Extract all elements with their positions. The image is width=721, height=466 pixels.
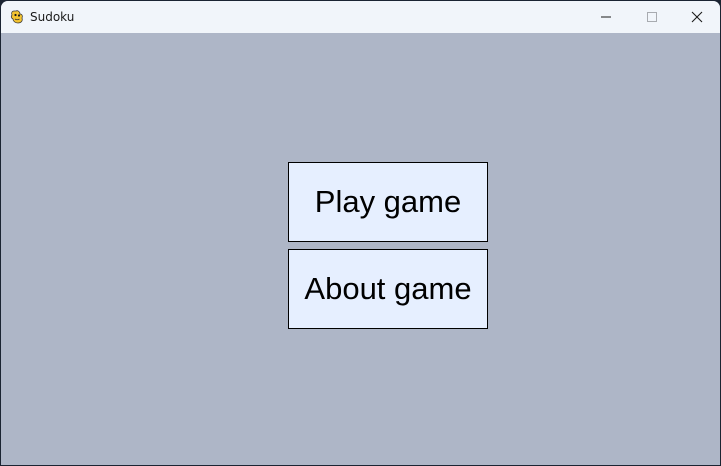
pygame-snake-icon [10,10,23,24]
window-title: Sudoku [30,10,75,24]
about-game-button[interactable]: About game [288,249,488,329]
minimize-icon [601,16,611,18]
maximize-button[interactable] [629,1,675,33]
minimize-button[interactable] [583,1,629,33]
play-game-button[interactable]: Play game [288,162,488,242]
about-game-label: About game [304,271,472,306]
play-game-label: Play game [314,184,462,219]
maximize-icon [647,12,657,22]
close-icon [691,11,703,23]
title-bar[interactable]: Sudoku [1,1,720,33]
sudoku-window: Sudoku Play game About game [1,1,720,465]
main-menu-area: Play game About game [1,33,720,465]
close-button[interactable] [674,1,720,33]
